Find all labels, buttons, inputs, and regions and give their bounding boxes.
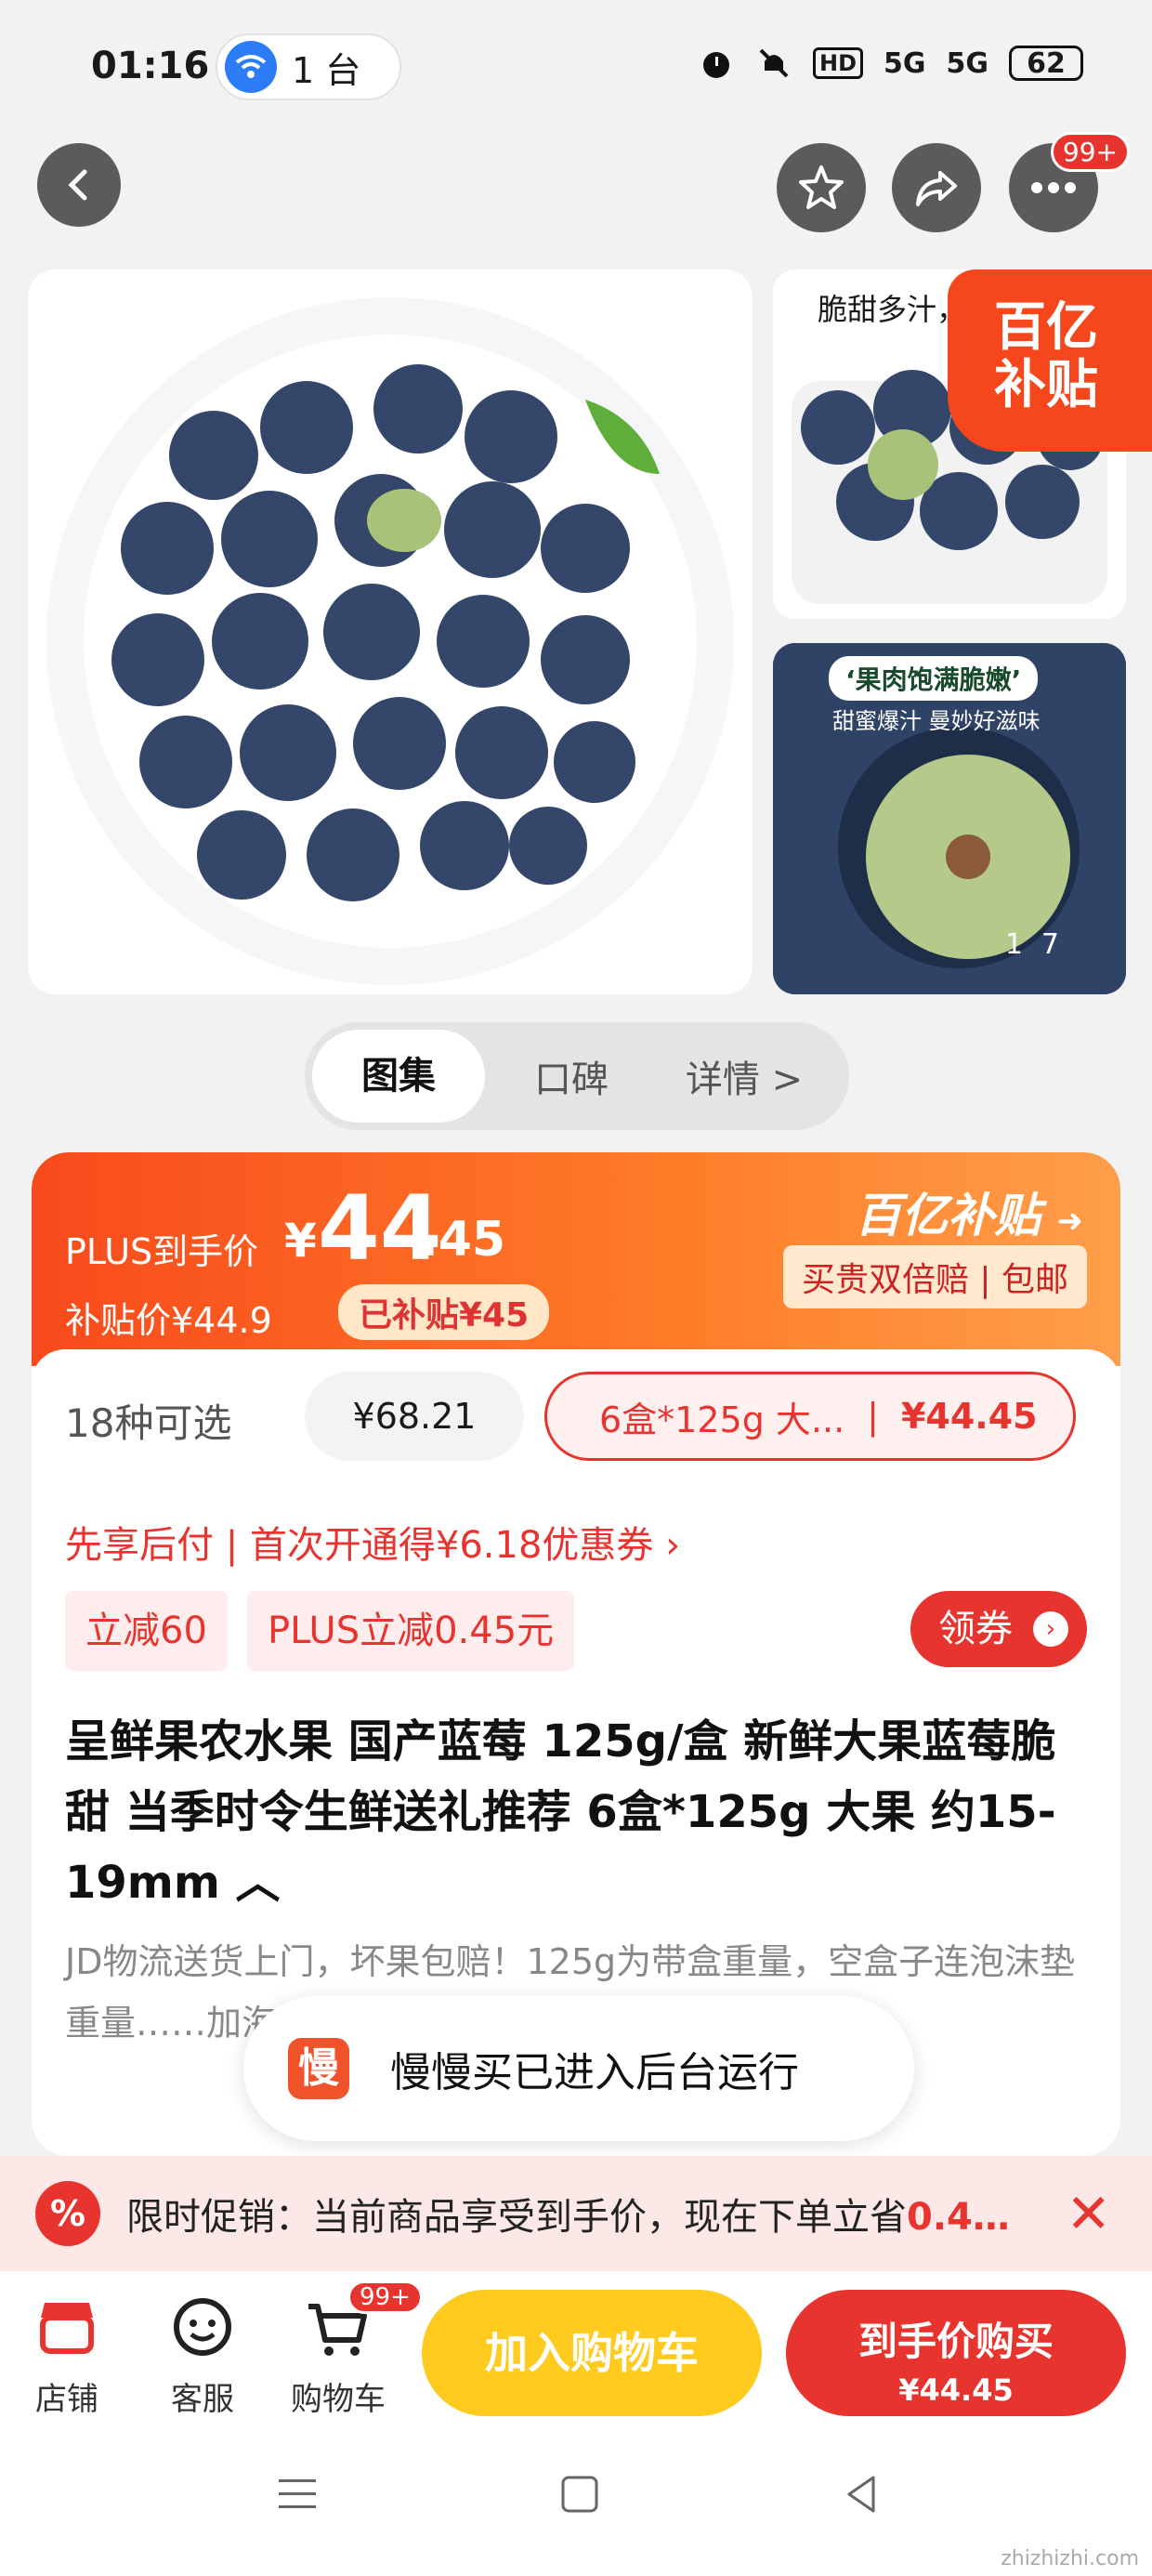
home-icon[interactable]	[557, 2472, 602, 2517]
spec-chip-label: 6盒*125g 大...	[599, 1399, 845, 1440]
option-count[interactable]: 18种可选	[65, 1392, 231, 1449]
promo-strip[interactable]: % 限时促销：当前商品享受到手价，现在下单立省0.4… ✕	[0, 2156, 1152, 2271]
thumb-1-caption: 脆甜多汁，	[818, 292, 967, 327]
subsidy-tag-line2: 补贴	[994, 355, 1098, 415]
subsidy-corner-tag: 百亿 补贴	[948, 269, 1152, 452]
plus-price-label: PLUS到手价	[65, 1231, 259, 1272]
top-nav: 99+	[0, 132, 1152, 251]
signal-1-icon: 5G	[884, 46, 926, 80]
spec-chip-price: ¥44.45	[900, 1396, 1038, 1437]
menu-icon[interactable]	[275, 2472, 320, 2517]
guarantee-badge: 买贵双倍赔 | 包邮	[782, 1245, 1087, 1308]
thumb-2-subcaption: 甜蜜爆汁 曼妙好滋味	[832, 708, 1041, 734]
shop-button[interactable]: 店铺	[11, 2290, 123, 2419]
buy-now-label: 到手价购买	[857, 2319, 1054, 2364]
main-product-image[interactable]	[28, 269, 753, 994]
cart-badge: 99+	[347, 2280, 423, 2314]
promo-text-highlight: 0.4…	[907, 2196, 1010, 2239]
spec-options: 18种可选 ¥68.21 6盒*125g 大... | ¥44.45	[65, 1372, 1076, 1461]
subsidy-brand-text: 百亿补贴	[855, 1189, 1041, 1242]
close-icon[interactable]: ✕	[1066, 2182, 1111, 2245]
coupon-plus-discount: PLUS立减0.45元	[247, 1591, 575, 1671]
star-icon	[799, 165, 844, 209]
arrow-right-icon: ›	[1033, 1611, 1068, 1647]
spec-chip-selected[interactable]: 6盒*125g 大... | ¥44.45	[544, 1372, 1076, 1461]
add-to-cart-button[interactable]: 加入购物车	[422, 2290, 762, 2416]
buy-now-price: ¥44.45	[898, 2372, 1014, 2408]
buy-now-button[interactable]: 到手价购买 ¥44.45	[786, 2290, 1126, 2416]
subsidized-badge: 已补贴¥45	[338, 1284, 550, 1340]
currency-symbol: ¥	[284, 1214, 317, 1268]
shop-label: 店铺	[35, 2381, 98, 2418]
signal-2-icon: 5G	[946, 46, 989, 80]
pay-later-link[interactable]: 先享后付 | 首次开通得¥6.18优惠券 ›	[65, 1515, 680, 1569]
background-toast: 慢 慢慢买已进入后台运行	[243, 1996, 914, 2141]
price-header: PLUS到手价 ¥ 44 .45 补贴价¥44.9 已补贴¥45 百亿补贴 ➜ …	[32, 1152, 1120, 1366]
image-counter: 17	[1005, 928, 1078, 961]
mute-icon	[759, 48, 789, 78]
battery-icon: 62	[1009, 46, 1083, 81]
coupon-row: 立减60 PLUS立减0.45元 领券 ›	[65, 1591, 1087, 1671]
cart-label: 购物车	[291, 2381, 386, 2418]
share-button[interactable]	[892, 143, 981, 232]
gallery-tabs: 图集 口碑 详情 >	[305, 1022, 849, 1130]
hotspot-icon	[225, 41, 277, 93]
subsidy-price: 补贴价¥44.9	[65, 1300, 272, 1341]
status-icons: HD 5G 5G 62	[698, 45, 1083, 82]
get-coupon-label: 领券	[938, 1608, 1013, 1650]
more-button[interactable]: 99+	[1009, 132, 1130, 232]
counter-current: 1	[1004, 928, 1041, 961]
coupon-discount-60: 立减60	[65, 1591, 228, 1671]
price-decimal: .45	[420, 1212, 506, 1268]
favorite-button[interactable]	[777, 143, 866, 232]
chevron-right-icon: ➜	[1056, 1203, 1084, 1240]
blueberry-plate-image	[46, 297, 734, 985]
share-icon	[916, 171, 957, 206]
chevron-left-icon	[68, 169, 87, 201]
gallery-thumb-2[interactable]: ‘果肉饱满脆嫩’ 甜蜜爆汁 曼妙好滋味 17	[773, 643, 1126, 994]
alarm-icon	[702, 52, 729, 78]
discount-icon: %	[35, 2181, 100, 2246]
back-nav-icon[interactable]	[840, 2472, 884, 2517]
thumb-2-caption: ‘果肉饱满脆嫩’	[829, 656, 1039, 701]
spec-chip-a[interactable]: ¥68.21	[305, 1372, 524, 1461]
counter-total: 7	[1041, 928, 1078, 961]
service-label: 客服	[171, 2381, 234, 2418]
clock: 01:16	[91, 45, 210, 87]
subsidy-tag-line1: 百亿	[994, 297, 1098, 358]
shop-icon	[40, 2303, 94, 2354]
product-title[interactable]: 呈鲜果农水果 国产蓝莓 125g/盒 新鲜大果蓝莓脆甜 当季时令生鲜送礼推荐 6…	[65, 1706, 1087, 1918]
get-coupon-button[interactable]: 领券 ›	[910, 1591, 1087, 1667]
more-icon	[1031, 182, 1076, 193]
message-badge: 99+	[1050, 132, 1130, 172]
app-logo-icon: 慢	[288, 2038, 349, 2099]
promo-text-prefix: 限时促销：当前商品享受到手价，现在下单立省	[126, 2196, 907, 2239]
back-button[interactable]	[37, 143, 121, 227]
status-bar: 01:16 1 台 HD 5G 5G 62	[0, 0, 1152, 139]
hotspot-count: 1 台	[292, 49, 361, 91]
bottom-action-bar: 店铺 客服 99+ 购物车 加入购物车 到手价购买 ¥44.45	[0, 2271, 1152, 2425]
service-button[interactable]: 客服	[147, 2290, 258, 2419]
tab-details[interactable]: 详情 >	[658, 1049, 831, 1103]
subsidy-brand[interactable]: 百亿补贴 ➜	[855, 1178, 1083, 1245]
promo-text: 限时促销：当前商品享受到手价，现在下单立省0.4…	[126, 2187, 1037, 2241]
customer-service-icon	[174, 2298, 231, 2356]
tab-reviews[interactable]: 口碑	[485, 1049, 658, 1103]
watermark: zhizhizhi.com	[1001, 2547, 1139, 2570]
toast-message: 慢慢买已进入后台运行	[390, 2049, 799, 2096]
tab-gallery[interactable]: 图集	[312, 1030, 485, 1123]
battery-level: 62	[1027, 46, 1066, 80]
hotspot-pill[interactable]: 1 台	[216, 33, 401, 100]
hd-icon: HD	[812, 47, 863, 79]
system-nav-bar: zhizhizhi.com	[0, 2425, 1152, 2576]
divider: |	[867, 1396, 879, 1437]
cart-button[interactable]: 99+ 购物车	[282, 2280, 423, 2419]
